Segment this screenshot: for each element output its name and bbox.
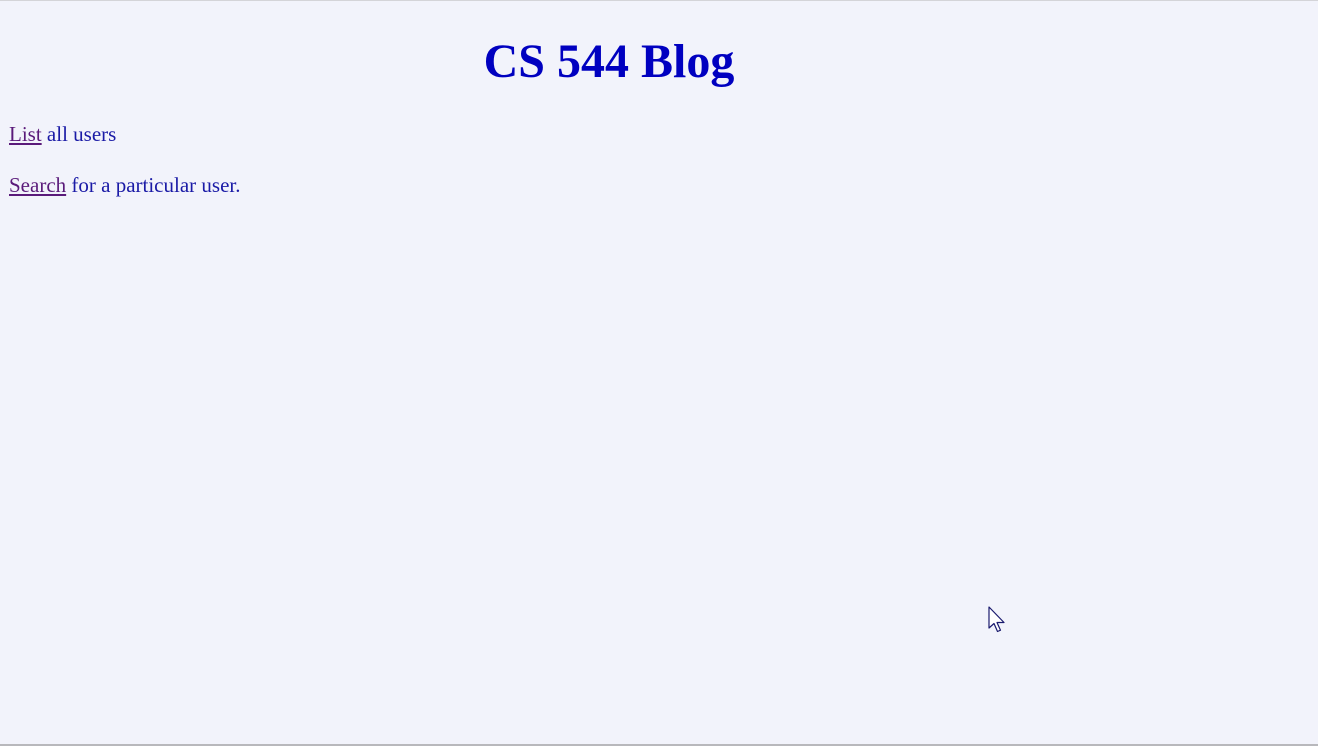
search-user-description: for a particular user.	[66, 173, 241, 197]
list-users-line: List all users	[9, 121, 116, 147]
list-users-link[interactable]: List	[9, 122, 42, 146]
mouse-pointer-icon	[988, 606, 1005, 633]
page: CS 544 Blog List all users Search for a …	[0, 1, 1318, 744]
search-user-link[interactable]: Search	[9, 173, 66, 197]
list-users-description: all users	[41, 122, 117, 146]
search-user-line: Search for a particular user.	[9, 172, 240, 198]
page-title: CS 544 Blog	[483, 35, 735, 88]
